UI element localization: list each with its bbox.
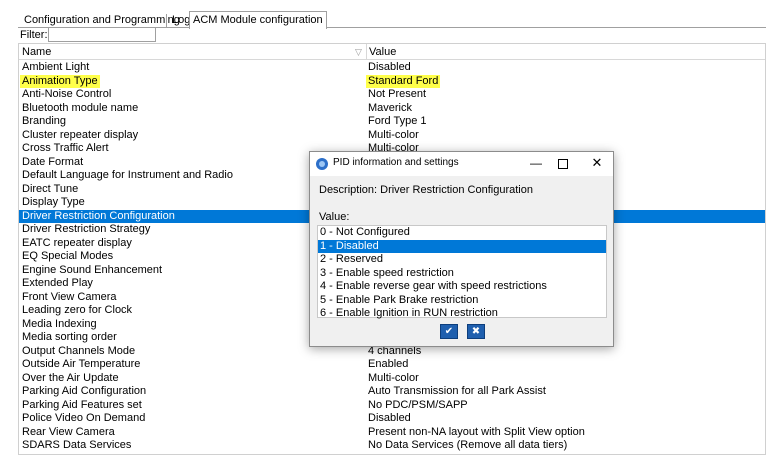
table-row[interactable]: Over the Air Update Multi-color [19,372,765,386]
row-name: Outside Air Temperature [22,358,141,370]
dialog-title: PID information and settings [333,157,459,168]
table-row[interactable]: Bluetooth module name Maverick [19,102,765,116]
row-value: No Data Services (Remove all data tiers) [368,439,568,451]
row-name: Display Type [22,196,85,208]
row-name: Over the Air Update [22,371,119,384]
row-name: Cross Traffic Alert [22,142,109,154]
row-value: Ford Type 1 [368,115,427,127]
table-row[interactable]: Animation Type Standard Ford [19,74,765,88]
row-name: Direct Tune [22,182,79,195]
value-option[interactable]: 3 - Enable speed restriction [318,267,606,281]
value-option[interactable]: 6 - Enable Ignition in RUN restriction [318,307,606,321]
row-value: Present non-NA layout with Split View op… [368,425,585,438]
table-row[interactable]: Anti-Noise Control Not Present [19,88,765,102]
app-icon [316,158,328,170]
row-value: Multi-color [368,128,419,141]
table-row[interactable]: Parking Aid Configuration Auto Transmissi… [19,385,765,399]
tab-acm-module-configuration[interactable]: ACM Module configuration [189,11,327,29]
row-name: EATC repeater display [22,236,132,249]
dialog-description: Description: Driver Restriction Configur… [319,184,533,196]
row-value: Disabled [368,61,411,73]
row-value: Maverick [368,101,413,114]
value-options-list[interactable]: 0 - Not Configured 1 - Disabled 2 - Reserv… [317,225,607,321]
value-option[interactable]: 5 - Enable Park Brake restriction [318,294,606,308]
row-name: Animation Type [20,74,100,88]
row-value: Auto Transmission for all Park Assist [368,385,546,397]
row-name: Date Format [22,155,84,168]
cancel-button[interactable]: ✖ [467,324,485,339]
row-name: EQ Special Modes [22,250,114,262]
value-option[interactable]: 1 - Disabled [318,239,606,253]
minimize-icon[interactable]: — [529,156,543,170]
maximize-icon[interactable] [555,156,569,170]
value-option[interactable]: 2 - Reserved [318,253,606,267]
close-icon[interactable]: ✕ [589,156,605,170]
tab-strip: Configuration and Programming Log ACM Mo… [18,11,766,29]
row-name: Ambient Light [22,61,90,73]
table-row[interactable]: Outside Air Temperature Enabled [19,358,765,372]
row-name: Driver Restriction Strategy [22,223,151,235]
column-header-name[interactable]: Name [22,45,51,59]
row-value: Not Present [368,88,427,100]
row-name: Default Language for Instrument and Radi… [22,169,233,181]
column-header-value[interactable]: Value [369,45,396,59]
table-row[interactable]: Cluster repeater display Multi-color [19,129,765,143]
filter-label: Filter: [20,29,48,41]
value-label: Value: [319,211,350,223]
pid-settings-dialog: PID information and settings — ✕ Descrip… [309,151,614,347]
row-name: Engine Sound Enhancement [22,263,163,276]
list-header: Name ▽ Value [19,44,765,60]
row-name: Media sorting order [22,331,117,343]
row-name: Parking Aid Features set [22,398,142,411]
row-name: Leading zero for Clock [22,304,133,316]
x-icon: ✖ [471,326,481,337]
row-name: Extended Play [22,277,93,289]
row-name: Rear View Camera [22,425,115,438]
row-name: Output Channels Mode [22,344,136,357]
table-row[interactable]: Parking Aid Features set No PDC/PSM/SAPP [19,399,765,413]
checkmark-icon: ✔ [444,326,454,337]
row-name: Police Video On Demand [22,412,146,424]
row-name: Branding [22,115,67,127]
row-name: Bluetooth module name [22,101,139,114]
tab-separator [166,14,167,27]
ok-button[interactable]: ✔ [440,324,458,339]
row-name: Media Indexing [22,317,97,330]
row-name: Anti-Noise Control [22,88,112,100]
tab-configuration-and-programming[interactable]: Configuration and Programming [21,13,183,28]
table-row[interactable]: Police Video On Demand Disabled [19,412,765,426]
row-name: Parking Aid Configuration [22,385,147,397]
row-value: Enabled [368,358,409,370]
row-name: SDARS Data Services [22,439,132,451]
table-row[interactable]: SDARS Data Services No Data Services (Rem… [19,439,765,453]
filter-input[interactable] [48,27,156,42]
table-row[interactable]: Rear View Camera Present non-NA layout wi… [19,426,765,440]
row-value: Standard Ford [366,74,441,88]
row-value: Disabled [368,412,411,424]
column-divider[interactable] [366,44,367,60]
value-option[interactable]: 0 - Not Configured [318,226,606,240]
table-row[interactable]: Branding Ford Type 1 [19,115,765,129]
table-row[interactable]: Ambient Light Disabled [19,61,765,75]
value-option[interactable]: 4 - Enable reverse gear with speed restr… [318,280,606,294]
sort-down-icon: ▽ [355,47,362,57]
row-name: Cluster repeater display [22,128,139,141]
row-name: Driver Restriction Configuration [22,209,175,222]
dialog-titlebar[interactable]: PID information and settings — ✕ [310,152,613,176]
row-value: No PDC/PSM/SAPP [368,398,468,411]
row-name: Front View Camera [22,290,117,303]
row-value: Multi-color [368,371,419,384]
